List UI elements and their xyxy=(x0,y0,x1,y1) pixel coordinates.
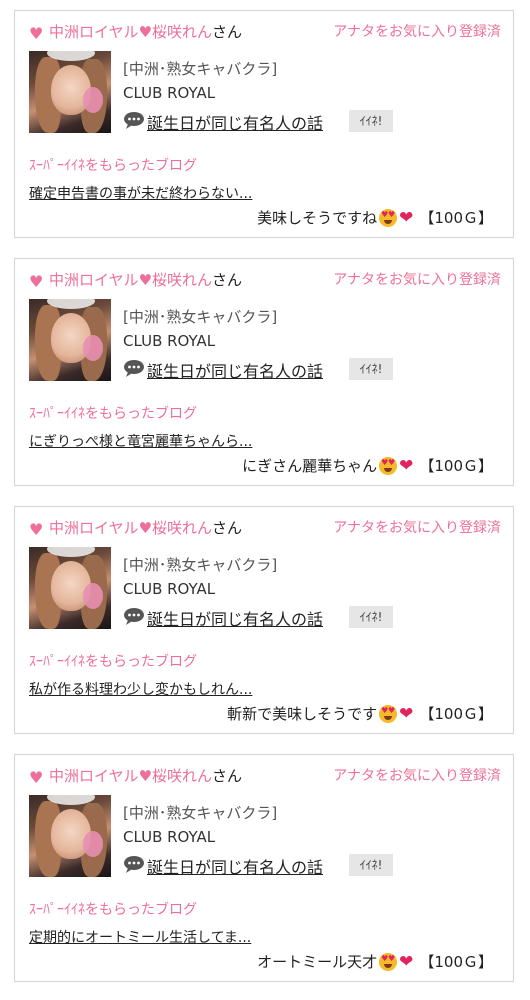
chat-bubble-icon xyxy=(124,856,144,873)
heart-icon: ♥ xyxy=(29,768,44,787)
iine-button[interactable]: ｲｲﾈ! xyxy=(349,854,393,876)
honorific: さん xyxy=(212,271,243,289)
photo-sticker xyxy=(83,335,103,361)
honorific: さん xyxy=(212,23,243,41)
comment-row: オートミール天才 ❤ 【100Ｇ】 xyxy=(257,951,493,972)
blog-entry-link[interactable]: 確定申告書の事が未だ終わらない... xyxy=(29,183,252,203)
super-iine-label: ｽｰﾊﾟｰｲｲﾈをもらったブログ xyxy=(29,158,197,174)
cast-photo[interactable] xyxy=(29,547,111,629)
blog-card: ♥ 中洲ロイヤル♥桜咲れんさん アナタをお気に入り登録済 [中洲･熟女キャバクラ… xyxy=(14,506,514,734)
chat-bubble-icon xyxy=(124,608,144,625)
favorite-status: アナタをお気に入り登録済 xyxy=(333,272,501,288)
iine-button[interactable]: ｲｲﾈ! xyxy=(349,110,393,132)
shop-prefix: 中洲ロイヤル xyxy=(49,271,139,289)
photo-sticker xyxy=(83,583,103,609)
cast-name-link[interactable]: 中洲ロイヤル♥桜咲れんさん xyxy=(49,21,242,42)
shop-category: [中洲･熟女キャバクラ] xyxy=(123,60,278,78)
blog-entry-link[interactable]: 私が作る料理わ少し変かもしれん... xyxy=(29,679,252,699)
cast-name-link[interactable]: 中洲ロイヤル♥桜咲れんさん xyxy=(49,765,242,786)
cast-person-name: 桜咲れん xyxy=(152,767,213,785)
photo-sticker xyxy=(83,87,103,113)
iine-button[interactable]: ｲｲﾈ! xyxy=(349,358,393,380)
heart-eyes-emoji-icon xyxy=(379,952,398,971)
shop-name: CLUB ROYAL xyxy=(123,332,216,350)
shop-category: [中洲･熟女キャバクラ] xyxy=(123,308,278,326)
heart-icon: ♥ xyxy=(29,520,44,539)
heart-eyes-emoji-icon xyxy=(379,208,398,227)
blog-title-link[interactable]: 誕生日が同じ有名人の話 xyxy=(147,358,323,382)
cast-name-link[interactable]: 中洲ロイヤル♥桜咲れんさん xyxy=(49,517,242,538)
photo-sticker xyxy=(83,831,103,857)
heart-icon: ♥ xyxy=(138,767,153,785)
heart-eyes-emoji-icon xyxy=(379,704,398,723)
points-value: 【100Ｇ】 xyxy=(419,457,493,475)
iine-button[interactable]: ｲｲﾈ! xyxy=(349,606,393,628)
favorite-status: アナタをお気に入り登録済 xyxy=(333,520,501,536)
comment-text: 斬新で美味しそうです xyxy=(227,705,378,723)
heart-icon: ♥ xyxy=(29,272,44,291)
super-iine-label: ｽｰﾊﾟｰｲｲﾈをもらったブログ xyxy=(29,902,197,918)
shop-name: CLUB ROYAL xyxy=(123,828,216,846)
shop-prefix: 中洲ロイヤル xyxy=(49,23,139,41)
blog-title-link[interactable]: 誕生日が同じ有名人の話 xyxy=(147,854,323,878)
shop-name: CLUB ROYAL xyxy=(123,84,216,102)
blog-entry-link[interactable]: にぎりっぺ様と竜宮麗華ちゃんら... xyxy=(29,431,252,451)
super-iine-label: ｽｰﾊﾟｰｲｲﾈをもらったブログ xyxy=(29,406,197,422)
favorite-status: アナタをお気に入り登録済 xyxy=(333,24,501,40)
super-iine-label: ｽｰﾊﾟｰｲｲﾈをもらったブログ xyxy=(29,654,197,670)
blog-title-link[interactable]: 誕生日が同じ有名人の話 xyxy=(147,110,323,134)
heart-eyes-emoji-icon xyxy=(379,456,398,475)
favorite-status: アナタをお気に入り登録済 xyxy=(333,768,501,784)
cast-photo[interactable] xyxy=(29,299,111,381)
cast-person-name: 桜咲れん xyxy=(152,271,213,289)
comment-text: オートミール天才 xyxy=(257,953,378,971)
cast-photo[interactable] xyxy=(29,51,111,133)
shop-prefix: 中洲ロイヤル xyxy=(49,767,139,785)
cast-person-name: 桜咲れん xyxy=(152,519,213,537)
points-value: 【100Ｇ】 xyxy=(419,953,493,971)
comment-text: にぎさん麗華ちゃん xyxy=(242,457,378,475)
shop-category: [中洲･熟女キャバクラ] xyxy=(123,804,278,822)
points-value: 【100Ｇ】 xyxy=(419,705,493,723)
honorific: さん xyxy=(212,519,243,537)
points-value: 【100Ｇ】 xyxy=(419,209,493,227)
heart-icon: ♥ xyxy=(138,519,153,537)
comment-row: 斬新で美味しそうです ❤ 【100Ｇ】 xyxy=(227,703,493,724)
red-heart-emoji-icon: ❤ xyxy=(399,951,414,972)
chat-bubble-icon xyxy=(124,112,144,129)
shop-category: [中洲･熟女キャバクラ] xyxy=(123,556,278,574)
blog-entry-link[interactable]: 定期的にオートミール生活してま... xyxy=(29,927,251,947)
comment-row: にぎさん麗華ちゃん ❤ 【100Ｇ】 xyxy=(242,455,493,476)
blog-card: ♥ 中洲ロイヤル♥桜咲れんさん アナタをお気に入り登録済 [中洲･熟女キャバクラ… xyxy=(14,258,514,486)
red-heart-emoji-icon: ❤ xyxy=(399,207,414,228)
honorific: さん xyxy=(212,767,243,785)
blog-title-link[interactable]: 誕生日が同じ有名人の話 xyxy=(147,606,323,630)
comment-row: 美味しそうですね ❤ 【100Ｇ】 xyxy=(257,207,493,228)
cast-name-link[interactable]: 中洲ロイヤル♥桜咲れんさん xyxy=(49,269,242,290)
blog-card: ♥ 中洲ロイヤル♥桜咲れんさん アナタをお気に入り登録済 [中洲･熟女キャバクラ… xyxy=(14,10,514,238)
comment-text: 美味しそうですね xyxy=(257,209,378,227)
shop-name: CLUB ROYAL xyxy=(123,580,216,598)
red-heart-emoji-icon: ❤ xyxy=(399,455,414,476)
cast-person-name: 桜咲れん xyxy=(152,23,213,41)
chat-bubble-icon xyxy=(124,360,144,377)
heart-icon: ♥ xyxy=(138,271,153,289)
cast-photo[interactable] xyxy=(29,795,111,877)
heart-icon: ♥ xyxy=(29,24,44,43)
blog-card: ♥ 中洲ロイヤル♥桜咲れんさん アナタをお気に入り登録済 [中洲･熟女キャバクラ… xyxy=(14,754,514,982)
heart-icon: ♥ xyxy=(138,23,153,41)
shop-prefix: 中洲ロイヤル xyxy=(49,519,139,537)
red-heart-emoji-icon: ❤ xyxy=(399,703,414,724)
